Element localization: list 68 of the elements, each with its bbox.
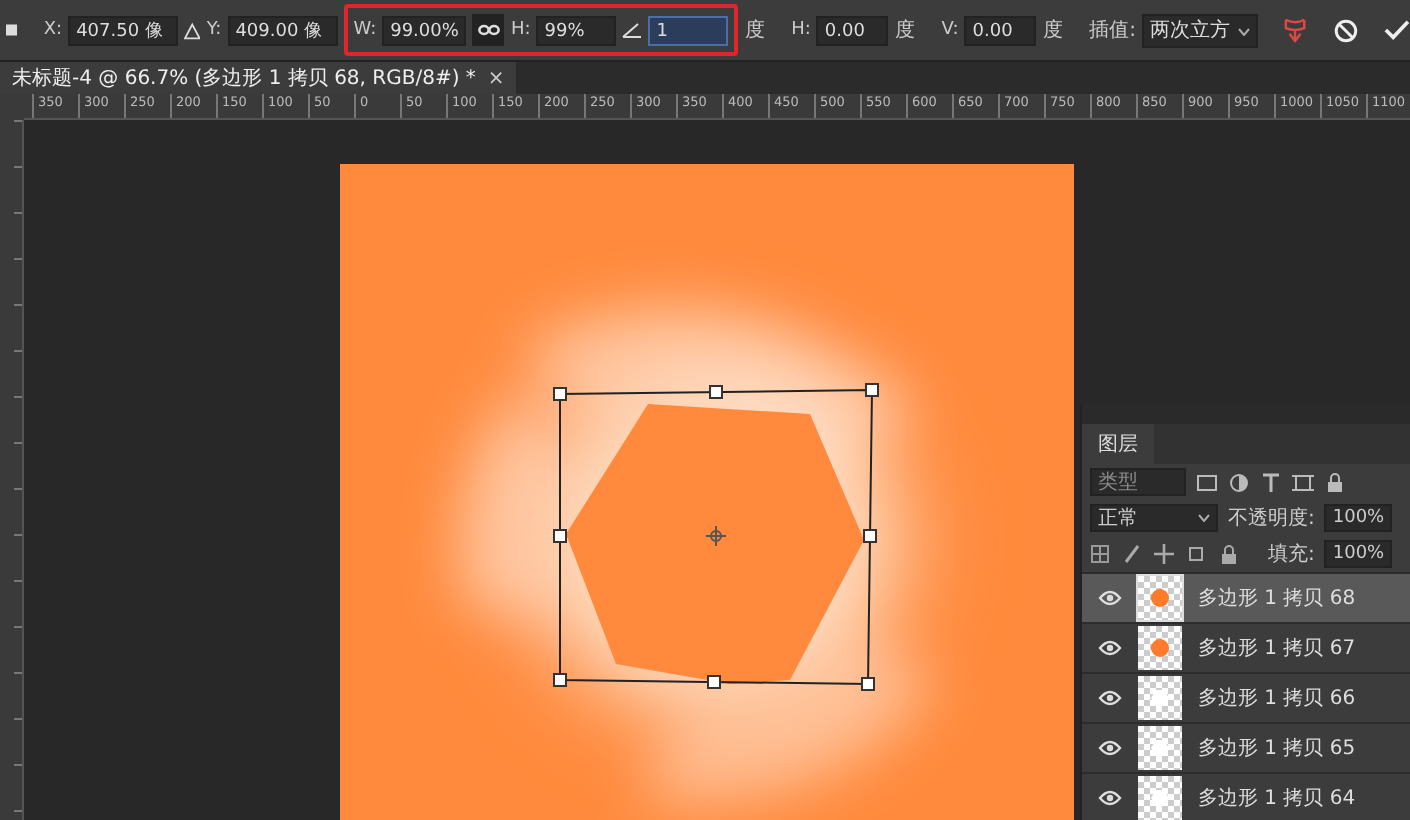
layer-name: 多边形 1 拷贝 66 xyxy=(1198,685,1356,712)
adjustment-filter-icon[interactable] xyxy=(1228,471,1250,493)
cancel-icon[interactable] xyxy=(1333,17,1358,43)
angle-icon xyxy=(622,22,643,38)
transform-box[interactable] xyxy=(553,383,879,691)
layer-name: 多边形 1 拷贝 64 xyxy=(1198,785,1356,812)
fill-label: 填充: xyxy=(1268,541,1315,568)
horizontal-skew-field[interactable]: 0.00 xyxy=(816,15,889,45)
visibility-eye-icon[interactable] xyxy=(1098,740,1122,756)
link-icon xyxy=(477,24,500,36)
type-filter-icon[interactable] xyxy=(1260,471,1282,493)
document-tab[interactable]: 未标题-4 @ 66.7% (多边形 1 拷贝 68, RGB/8#) * × xyxy=(0,62,517,94)
caret-icon xyxy=(1198,514,1210,522)
layer-name: 多边形 1 拷贝 68 xyxy=(1198,585,1356,612)
layer-row[interactable]: 多边形 1 拷贝 68 xyxy=(1082,572,1410,622)
visibility-eye-icon[interactable] xyxy=(1098,640,1122,656)
horizontal-skew-unit: 度 xyxy=(894,17,915,44)
move-icon[interactable] xyxy=(1154,543,1176,565)
vertical-skew-label: V: xyxy=(941,20,959,40)
lock-pixels-icon[interactable] xyxy=(1090,543,1112,565)
visibility-eye-icon[interactable] xyxy=(1098,790,1122,806)
interpolation-dropdown[interactable]: 两次立方 xyxy=(1141,13,1258,47)
artboard-icon[interactable] xyxy=(1186,543,1208,565)
x-label: X: xyxy=(43,20,63,40)
fill-field[interactable]: 100% xyxy=(1324,540,1393,568)
document-title: 未标题-4 @ 66.7% (多边形 1 拷贝 68, RGB/8#) * xyxy=(12,65,476,92)
shape-filter-icon[interactable] xyxy=(1292,471,1314,493)
y-label: Y: xyxy=(206,20,222,40)
commit-checkmark-icon[interactable] xyxy=(1384,18,1410,42)
lock-icon[interactable] xyxy=(1218,543,1240,565)
h-label: H: xyxy=(510,20,531,40)
filter-field[interactable]: 类型 xyxy=(1090,468,1186,496)
w-label: W: xyxy=(353,20,377,40)
dot-icon xyxy=(1150,588,1170,608)
tab-close-button[interactable]: × xyxy=(487,67,505,89)
reference-point-icon[interactable] xyxy=(6,24,18,36)
brush-icon[interactable] xyxy=(1122,543,1144,565)
caret-icon xyxy=(1237,27,1250,35)
layer-row[interactable]: 多边形 1 拷贝 64 xyxy=(1082,772,1410,820)
horizontal-skew-label: H: xyxy=(791,20,811,40)
angle-unit: 度 xyxy=(744,17,765,44)
delta-icon[interactable] xyxy=(184,21,201,39)
reference-point-icon[interactable] xyxy=(705,525,727,547)
vertical-skew-unit: 度 xyxy=(1042,17,1063,44)
width-field[interactable]: 99.00% xyxy=(382,15,467,45)
y-field[interactable]: 409.00 像 xyxy=(227,15,338,45)
opacity-label: 不透明度: xyxy=(1228,505,1315,532)
height-field[interactable]: 99% xyxy=(536,15,617,45)
lock-filter-icon[interactable] xyxy=(1324,471,1346,493)
layer-name: 多边形 1 拷贝 67 xyxy=(1198,635,1356,662)
vertical-skew-field[interactable]: 0.00 xyxy=(964,15,1037,45)
image-filter-icon[interactable] xyxy=(1196,471,1218,493)
layer-row[interactable]: 多边形 1 拷贝 65 xyxy=(1082,722,1410,772)
angle-field[interactable]: 1 xyxy=(648,15,729,45)
blend-mode-dropdown[interactable]: 正常 xyxy=(1090,504,1218,532)
layer-name: 多边形 1 拷贝 65 xyxy=(1198,735,1356,762)
opacity-field[interactable]: 100% xyxy=(1324,504,1393,532)
x-field[interactable]: 407.50 像 xyxy=(68,15,179,45)
interpolation-label: 插值: xyxy=(1089,18,1136,44)
filter-placeholder: 类型 xyxy=(1098,469,1138,496)
visibility-eye-icon[interactable] xyxy=(1098,690,1122,706)
visibility-eye-icon[interactable] xyxy=(1098,590,1122,606)
layer-row[interactable]: 多边形 1 拷贝 66 xyxy=(1082,672,1410,722)
dot-icon xyxy=(1150,638,1170,658)
layers-panel-tab[interactable]: 图层 xyxy=(1082,424,1154,464)
layer-row[interactable]: 多边形 1 拷贝 67 xyxy=(1082,622,1410,672)
link-button[interactable] xyxy=(472,14,505,46)
warp-mode-icon[interactable] xyxy=(1284,16,1307,44)
